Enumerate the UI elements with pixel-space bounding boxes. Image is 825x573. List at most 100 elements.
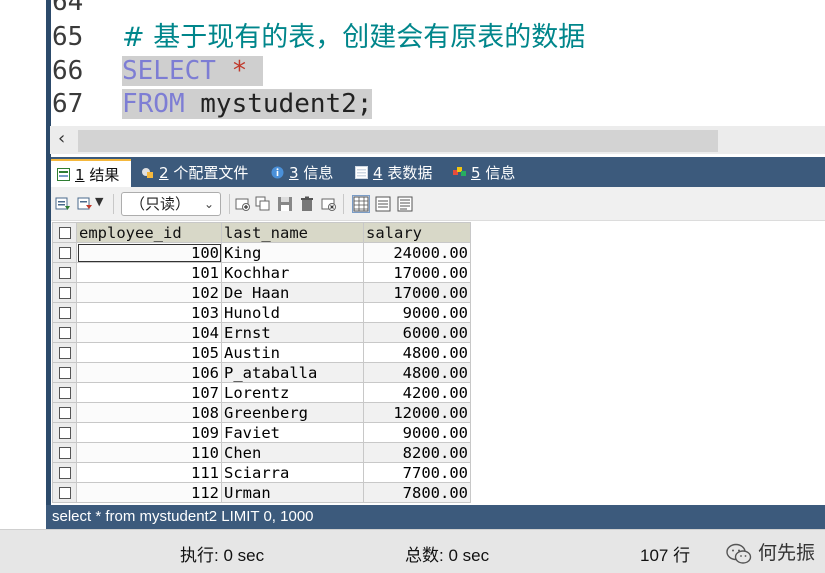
cell-employee-id[interactable]: 108 [76, 402, 222, 423]
add-row-icon[interactable] [235, 196, 251, 212]
chevron-down-icon: ⌄ [203, 197, 214, 211]
table-row[interactable]: 107 Lorentz 4200.00 [52, 382, 471, 403]
row-checkbox[interactable] [52, 342, 77, 363]
dropdown-arrow-icon[interactable]: ▼ [95, 195, 103, 208]
text-view-icon[interactable] [397, 196, 413, 212]
sql-editor[interactable]: 64 65 66 67 # 基于现有的表，创建会有原表的数据 SELECT * … [0, 0, 825, 126]
tab-info-2[interactable]: 5 信息 [447, 159, 527, 187]
table-row[interactable]: 111 Sciarra 7700.00 [52, 462, 471, 483]
select-all-checkbox[interactable] [52, 222, 77, 243]
export-icon[interactable] [55, 196, 71, 212]
cell-last-name[interactable]: King [221, 242, 364, 263]
delete-icon[interactable] [299, 196, 315, 212]
row-checkbox[interactable] [52, 402, 77, 423]
cell-salary[interactable]: 9000.00 [363, 302, 471, 323]
row-checkbox[interactable] [52, 262, 77, 283]
code-line-select: SELECT * [122, 55, 263, 88]
exec-time: 执行: 0 sec [180, 546, 265, 565]
cell-employee-id[interactable]: 105 [76, 342, 222, 363]
table-row[interactable]: 112 Urman 7800.00 [52, 482, 471, 503]
import-icon[interactable] [77, 196, 93, 212]
table-row[interactable]: 100 King 24000.00 [52, 242, 471, 263]
results-grid[interactable]: employee_id last_name salary 100 King 2400… [51, 221, 825, 503]
row-checkbox[interactable] [52, 442, 77, 463]
cell-salary[interactable]: 8200.00 [363, 442, 471, 463]
cell-employee-id[interactable]: 112 [76, 482, 222, 503]
tab-profiles[interactable]: 2 个配置文件 [135, 159, 261, 187]
scrollbar-thumb[interactable] [78, 130, 718, 152]
cell-last-name[interactable]: Austin [221, 342, 364, 363]
tab-info[interactable]: 3 信息 [265, 159, 345, 187]
toolbar-separator [113, 194, 114, 214]
table-row[interactable]: 106 P_ataballa 4800.00 [52, 362, 471, 383]
row-checkbox[interactable] [52, 482, 77, 503]
line-number: 64 [52, 0, 84, 17]
cell-last-name[interactable]: Hunold [221, 302, 364, 323]
tab-table-data[interactable]: 4 表数据 [349, 159, 443, 187]
cell-salary[interactable]: 9000.00 [363, 422, 471, 443]
row-checkbox[interactable] [52, 282, 77, 303]
save-icon[interactable] [277, 196, 293, 212]
cancel-changes-icon[interactable] [321, 196, 337, 212]
horizontal-scrollbar[interactable]: ‹ [50, 126, 825, 154]
row-checkbox[interactable] [52, 362, 77, 383]
cell-employee-id[interactable]: 107 [76, 382, 222, 403]
cell-last-name[interactable]: Urman [221, 482, 364, 503]
cell-employee-id[interactable]: 110 [76, 442, 222, 463]
cell-salary[interactable]: 7800.00 [363, 482, 471, 503]
cell-employee-id[interactable]: 102 [76, 282, 222, 303]
cell-employee-id[interactable]: 106 [76, 362, 222, 383]
cell-salary[interactable]: 7700.00 [363, 462, 471, 483]
table-row[interactable]: 109 Faviet 9000.00 [52, 422, 471, 443]
column-header[interactable]: employee_id [76, 222, 222, 243]
table-row[interactable]: 102 De Haan 17000.00 [52, 282, 471, 303]
code-text: mystudent2; [184, 89, 373, 119]
cell-employee-id[interactable]: 100 [76, 242, 222, 263]
cell-last-name[interactable]: Lorentz [221, 382, 364, 403]
cell-salary[interactable]: 17000.00 [363, 262, 471, 283]
cell-salary[interactable]: 4200.00 [363, 382, 471, 403]
table-row[interactable]: 101 Kochhar 17000.00 [52, 262, 471, 283]
row-checkbox[interactable] [52, 322, 77, 343]
cell-employee-id[interactable]: 111 [76, 462, 222, 483]
cell-salary[interactable]: 12000.00 [363, 402, 471, 423]
cell-salary[interactable]: 4800.00 [363, 342, 471, 363]
readonly-dropdown[interactable]: （只读） ⌄ [121, 192, 221, 216]
watermark-text: 何先振 [757, 543, 815, 564]
cell-employee-id[interactable]: 103 [76, 302, 222, 323]
cell-last-name[interactable]: Greenberg [221, 402, 364, 423]
cell-last-name[interactable]: Ernst [221, 322, 364, 343]
tab-results[interactable]: 1 结果 [51, 159, 131, 187]
cell-employee-id[interactable]: 109 [76, 422, 222, 443]
cell-salary[interactable]: 6000.00 [363, 322, 471, 343]
row-checkbox[interactable] [52, 382, 77, 403]
cell-last-name[interactable]: Chen [221, 442, 364, 463]
cell-employee-id[interactable]: 104 [76, 322, 222, 343]
table-row[interactable]: 103 Hunold 9000.00 [52, 302, 471, 323]
table-row[interactable]: 105 Austin 4800.00 [52, 342, 471, 363]
row-checkbox[interactable] [52, 422, 77, 443]
code-text: * [215, 56, 248, 86]
row-checkbox[interactable] [52, 462, 77, 483]
tab-label: 结果 [89, 166, 120, 184]
row-checkbox[interactable] [52, 302, 77, 323]
cell-last-name[interactable]: Faviet [221, 422, 364, 443]
cell-last-name[interactable]: Sciarra [221, 462, 364, 483]
cell-salary[interactable]: 17000.00 [363, 282, 471, 303]
row-checkbox[interactable] [52, 242, 77, 263]
scroll-left-icon[interactable]: ‹ [58, 128, 65, 150]
column-header[interactable]: salary [363, 222, 471, 243]
cell-salary[interactable]: 24000.00 [363, 242, 471, 263]
table-row[interactable]: 110 Chen 8200.00 [52, 442, 471, 463]
cell-last-name[interactable]: De Haan [221, 282, 364, 303]
cell-salary[interactable]: 4800.00 [363, 362, 471, 383]
cell-last-name[interactable]: Kochhar [221, 262, 364, 283]
column-header[interactable]: last_name [221, 222, 364, 243]
form-view-icon[interactable] [375, 196, 391, 212]
grid-view-icon[interactable] [352, 195, 370, 213]
table-row[interactable]: 108 Greenberg 12000.00 [52, 402, 471, 423]
cell-employee-id[interactable]: 101 [76, 262, 222, 283]
table-row[interactable]: 104 Ernst 6000.00 [52, 322, 471, 343]
cell-last-name[interactable]: P_ataballa [221, 362, 364, 383]
duplicate-row-icon[interactable] [255, 196, 271, 212]
